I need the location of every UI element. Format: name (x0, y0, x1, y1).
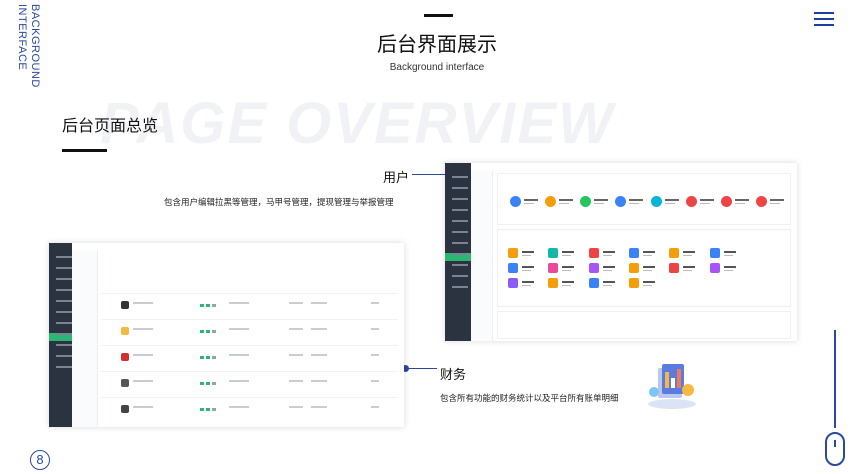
dashboard-table-card (497, 311, 791, 339)
section-title: 后台页面总览 (62, 118, 159, 135)
finance-illustration (648, 364, 696, 409)
callout-finance-description: 包含所有功能的财务统计以及平台所有账单明细 (440, 393, 619, 403)
cell-text (289, 354, 303, 356)
cell-text (133, 302, 153, 304)
page-number: 8 (30, 450, 50, 470)
tile-widget (669, 263, 709, 273)
status-dots (200, 330, 216, 333)
status-dots (200, 356, 216, 359)
vertical-label-line1: BACKGROUND (29, 4, 41, 88)
stat-widget (685, 196, 714, 207)
tile-widget (508, 278, 548, 288)
tile-widget (588, 278, 629, 288)
tile-widget (588, 263, 629, 273)
dashboard-sidebar (445, 163, 471, 341)
cell-text (133, 406, 153, 408)
stat-widget (720, 196, 749, 207)
stat-widget (615, 196, 644, 207)
title-accent-bar (424, 14, 453, 17)
user-sidebar (49, 243, 72, 427)
tile-widget (709, 263, 750, 273)
user-management-screenshot (49, 243, 404, 427)
cell-text (133, 380, 153, 382)
callout-finance-line (405, 368, 437, 369)
tile-widget (588, 248, 629, 258)
tile-widget (709, 248, 750, 258)
table-row[interactable] (101, 293, 398, 294)
tile-widget (508, 263, 548, 273)
cell-text (311, 380, 327, 382)
stat-widget (545, 196, 574, 207)
page-title: 后台界面展示 (377, 34, 497, 56)
cell-text (289, 328, 303, 330)
tile-widget (669, 248, 709, 258)
table-row[interactable] (101, 345, 398, 346)
cell-text (311, 302, 327, 304)
cell-text (311, 328, 327, 330)
status-dots (200, 304, 216, 307)
cell-text (371, 302, 379, 304)
cell-text (229, 380, 249, 382)
cell-text (371, 354, 379, 356)
table-row[interactable] (101, 371, 398, 372)
stat-widget (755, 196, 784, 207)
callout-user-line (412, 174, 448, 175)
cell-text (371, 328, 379, 330)
cell-text (133, 354, 153, 356)
avatar (121, 301, 129, 309)
cell-text (133, 328, 153, 330)
cell-text (311, 406, 327, 408)
dashboard-subnav (471, 171, 493, 341)
table-row[interactable] (101, 397, 398, 398)
tile-widget (548, 263, 588, 273)
tile-widget (548, 278, 588, 288)
callout-user-label: 用户 (383, 170, 410, 185)
cell-text (289, 380, 303, 382)
table-row[interactable] (101, 319, 398, 320)
cell-text (289, 406, 303, 408)
tile-widget (628, 278, 669, 288)
avatar (121, 353, 129, 361)
tile-widget (628, 248, 669, 258)
dashboard-screenshot (445, 163, 797, 341)
cell-text (229, 354, 249, 356)
stat-widget (650, 196, 679, 207)
hamburger-menu-icon[interactable] (814, 12, 834, 28)
avatar (121, 379, 129, 387)
user-subnav (72, 251, 98, 427)
mouse-scroll-icon[interactable] (825, 432, 845, 466)
vertical-label-line2: INTERFACE (16, 4, 28, 71)
cell-text (311, 354, 327, 356)
vertical-section-label: BACKGROUND INTERFACE (12, 4, 42, 96)
scroll-guide-line (834, 330, 836, 428)
tile-widget (628, 263, 669, 273)
stat-widget (580, 196, 609, 207)
section-underline (62, 149, 107, 152)
stat-widget (510, 196, 538, 207)
dashboard-tiles-card (497, 229, 791, 307)
cell-text (289, 302, 303, 304)
cell-text (371, 380, 379, 382)
callout-finance-label: 财务 (440, 367, 467, 382)
cell-text (229, 302, 249, 304)
page-subtitle: Background interface (389, 62, 485, 73)
avatar (121, 405, 129, 413)
tile-widget (508, 248, 548, 258)
cell-text (229, 328, 249, 330)
callout-user-description: 包含用户编辑拉黑等管理，马甲号管理，提现管理与举报管理 (164, 197, 394, 207)
tile-widget (548, 248, 588, 258)
status-dots (200, 382, 216, 385)
status-dots (200, 408, 216, 411)
avatar (121, 327, 129, 335)
watermark-text: PAGE OVERVIEW (100, 91, 615, 156)
cell-text (229, 406, 249, 408)
cell-text (371, 406, 379, 408)
dashboard-stats-card (497, 173, 791, 225)
